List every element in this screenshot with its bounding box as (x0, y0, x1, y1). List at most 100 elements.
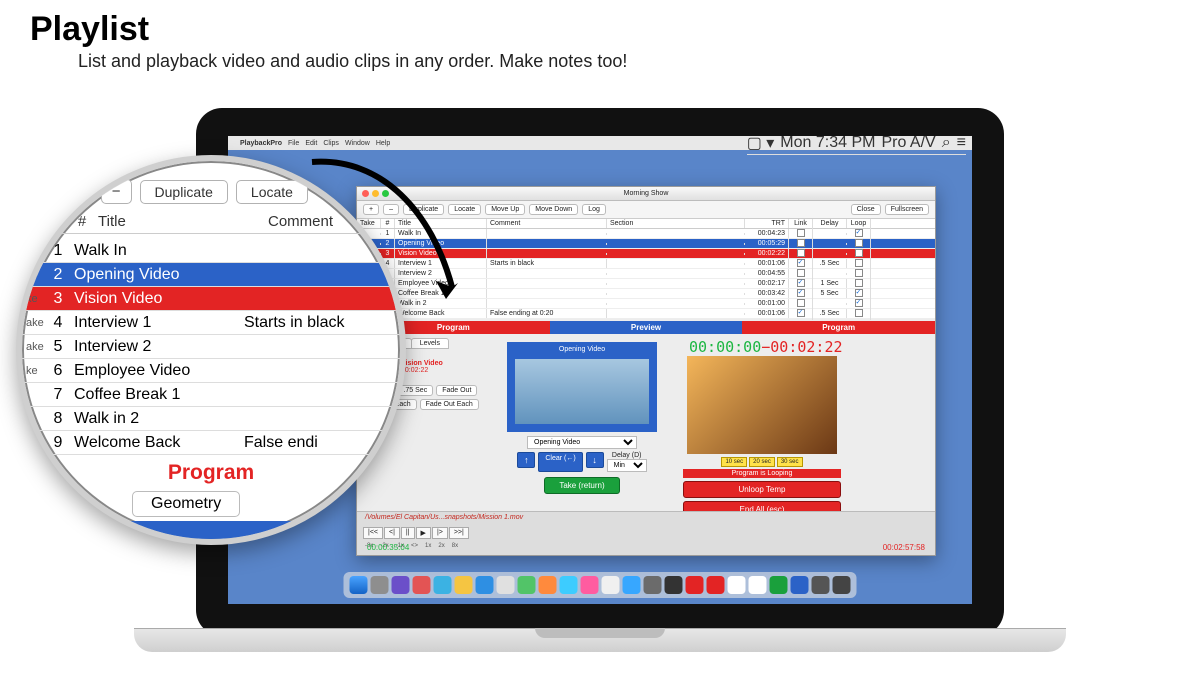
dock-app-icon[interactable] (686, 576, 704, 594)
dock-app-icon[interactable] (812, 576, 830, 594)
mag-row[interactable]: 9Welcome BackFalse endi (22, 431, 400, 455)
loop-checkbox[interactable] (855, 269, 863, 277)
dock-app-icon[interactable] (371, 576, 389, 594)
dock-app-icon[interactable] (791, 576, 809, 594)
dock-app-icon[interactable] (434, 576, 452, 594)
goto-20s[interactable]: 20 sec (749, 457, 775, 467)
dock-app-icon[interactable] (665, 576, 683, 594)
col-section[interactable]: Section (607, 219, 745, 228)
take-button[interactable]: Take (return) (544, 477, 619, 494)
menu-file[interactable]: File (288, 140, 299, 147)
preview-tab[interactable]: Preview (550, 321, 743, 334)
menu-icon[interactable]: ≡ (957, 136, 966, 152)
mag-col-title: Title (98, 213, 268, 230)
col-trt[interactable]: TRT (745, 219, 789, 228)
dock-app-icon[interactable] (413, 576, 431, 594)
clear-button[interactable]: Clear (←) (538, 452, 582, 472)
loop-checkbox[interactable] (855, 259, 863, 267)
unloop-button[interactable]: Unloop Temp (683, 481, 841, 498)
menu-edit[interactable]: Edit (305, 140, 317, 147)
dock-app-icon[interactable] (497, 576, 515, 594)
finder-icon[interactable] (350, 576, 368, 594)
speed-1[interactable]: 1x (425, 543, 431, 549)
play-button[interactable]: ▶ (416, 527, 431, 539)
dock-app-icon[interactable] (707, 576, 725, 594)
dock-app-icon[interactable] (392, 576, 410, 594)
clip-select[interactable]: Opening Video (527, 436, 637, 449)
movedown-button[interactable]: Move Down (529, 204, 578, 215)
settings-icon[interactable] (644, 576, 662, 594)
loop-checkbox[interactable] (855, 229, 863, 237)
clock: Mon 7:34 PM (780, 136, 875, 152)
mag-add-button[interactable]: + (62, 179, 93, 204)
program-tab-r[interactable]: Program (742, 321, 935, 334)
link-checkbox[interactable] (797, 259, 805, 267)
search-icon[interactable]: ⌕ (942, 136, 951, 152)
loop-checkbox[interactable] (855, 279, 863, 287)
loop-checkbox[interactable] (855, 299, 863, 307)
mag-row[interactable]: ke6Employee Video (22, 359, 400, 383)
app-name[interactable]: PlaybackPro (240, 140, 282, 147)
fadeout-each-button[interactable]: Fade Out Each (420, 399, 479, 410)
preview-panel: Opening Video Opening Video ↑ Clear (←) … (487, 338, 677, 518)
loop-checkbox[interactable] (855, 239, 863, 247)
next-clip-button[interactable]: ↓ (586, 452, 604, 468)
dock-app-icon[interactable] (518, 576, 536, 594)
macos-menubar: PlaybackPro File Edit Clips Window Help … (228, 136, 972, 150)
fullscreen-button[interactable]: Fullscreen (885, 204, 929, 215)
wifi-icon[interactable]: ▢ ▾ (747, 136, 775, 153)
appstore-icon[interactable] (623, 576, 641, 594)
loop-checkbox[interactable] (855, 289, 863, 297)
dock-app-icon[interactable] (749, 576, 767, 594)
link-checkbox[interactable] (797, 279, 805, 287)
mag-locate-button[interactable]: Locate (236, 180, 308, 204)
mag-remove-button[interactable]: − (101, 179, 132, 204)
dock-app-icon[interactable] (728, 576, 746, 594)
speed-2[interactable]: 2x (438, 543, 444, 549)
goto-end-button[interactable]: >>| (449, 527, 469, 539)
tab-levels[interactable]: Levels (411, 338, 449, 349)
goto-10s[interactable]: 10 sec (721, 457, 747, 467)
speed-8[interactable]: 8x (452, 543, 458, 549)
macos-dock[interactable] (344, 572, 857, 598)
link-checkbox[interactable] (797, 309, 805, 317)
mag-program-label: Program (22, 461, 400, 485)
mag-row[interactable]: ake4Interview 1Starts in black (22, 311, 400, 335)
mag-row[interactable]: 8Walk in 2 (22, 407, 400, 431)
col-delay[interactable]: Delay (813, 219, 847, 228)
dock-app-icon[interactable] (539, 576, 557, 594)
link-checkbox[interactable] (797, 269, 805, 277)
menu-help[interactable]: Help (376, 140, 390, 147)
close-button[interactable]: Close (851, 204, 881, 215)
speed-0[interactable]: <> (411, 543, 418, 549)
dock-app-icon[interactable] (602, 576, 620, 594)
user-name[interactable]: Pro A/V (881, 136, 935, 152)
dock-app-icon[interactable] (476, 576, 494, 594)
link-checkbox[interactable] (797, 249, 805, 257)
mag-row[interactable]: ake5Interview 2 (22, 335, 400, 359)
dock-app-icon[interactable] (560, 576, 578, 594)
fadeout-button[interactable]: Fade Out (436, 385, 477, 396)
link-checkbox[interactable] (797, 239, 805, 247)
moveup-button[interactable]: Move Up (485, 204, 525, 215)
goto-30s[interactable]: 30 sec (777, 457, 803, 467)
itunes-icon[interactable] (581, 576, 599, 594)
col-comment[interactable]: Comment (487, 219, 607, 228)
mag-geometry-tab[interactable]: Geometry (132, 491, 240, 517)
menu-window[interactable]: Window (345, 140, 370, 147)
loop-checkbox[interactable] (855, 309, 863, 317)
menu-clips[interactable]: Clips (323, 140, 339, 147)
link-checkbox[interactable] (797, 229, 805, 237)
mag-row[interactable]: 7Coffee Break 1 (22, 383, 400, 407)
link-checkbox[interactable] (797, 289, 805, 297)
mag-duplicate-button[interactable]: Duplicate (140, 180, 228, 204)
delay-select[interactable]: Min (607, 459, 647, 472)
trash-icon[interactable] (833, 576, 851, 594)
log-button[interactable]: Log (582, 204, 606, 215)
link-checkbox[interactable] (797, 299, 805, 307)
dock-app-icon[interactable] (770, 576, 788, 594)
step-fwd-button[interactable]: |> (432, 527, 448, 539)
prev-clip-button[interactable]: ↑ (517, 452, 535, 468)
dock-app-icon[interactable] (455, 576, 473, 594)
loop-checkbox[interactable] (855, 249, 863, 257)
